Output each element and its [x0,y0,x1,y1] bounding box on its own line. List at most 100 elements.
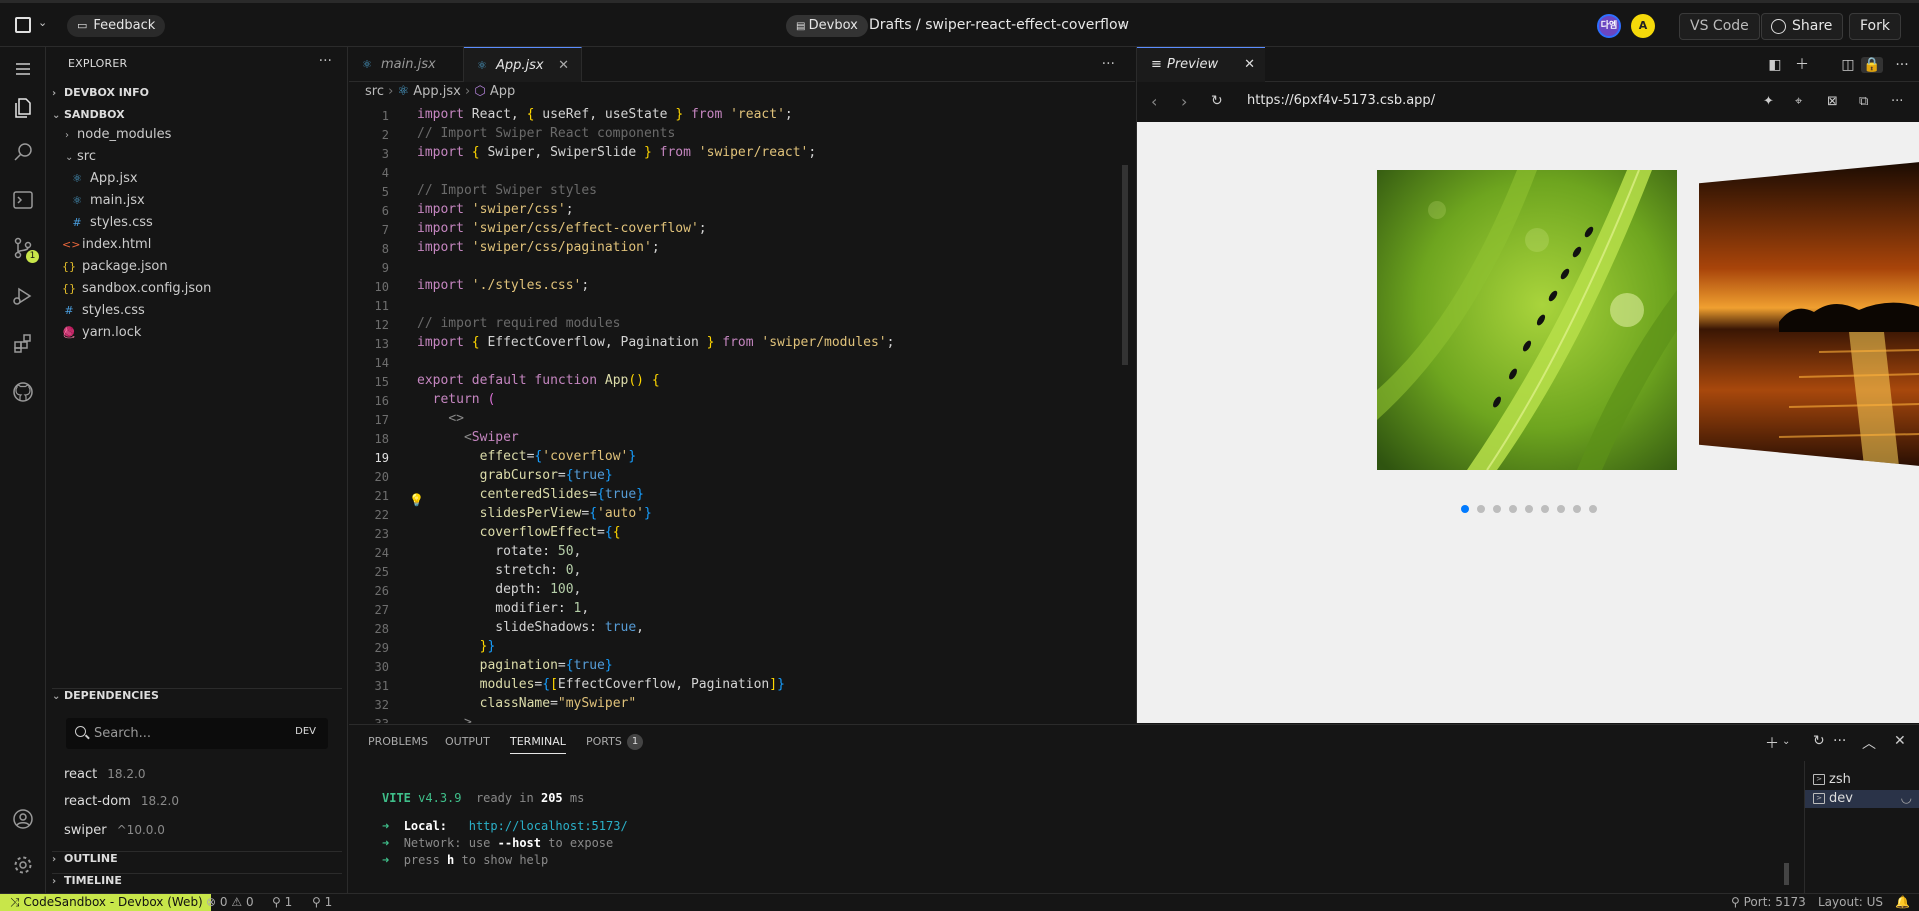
pagination-bullet[interactable] [1589,505,1597,513]
code-area[interactable]: 1 2 3 4 5 6 7 8 9 10 11 12 13 14 15 16 17 18 19 20 21 22 23 24 2… [349,105,1135,723]
tree-folder-node-modules[interactable]: › node_modules [65,127,171,142]
devtools-icon[interactable]: ⊠ [1827,94,1838,109]
ports-status[interactable]: ⚲ 1 [272,894,292,911]
pagination-bullet[interactable] [1461,505,1469,513]
vscode-button[interactable]: VS Code [1679,13,1760,40]
more-actions-icon[interactable]: ··· [1102,56,1115,72]
more-actions-icon[interactable]: ··· [1891,94,1903,109]
refresh-icon[interactable]: ↻ [1211,93,1223,109]
remote-indicator[interactable]: ⤨ CodeSandbox - Devbox (Web) [0,894,211,911]
maximize-panel-icon[interactable]: ︿ [1862,733,1876,753]
tab-terminal[interactable]: TERMINAL [510,735,566,754]
pagination-bullet[interactable] [1573,505,1581,513]
outline-section[interactable]: › OUTLINE [52,851,342,865]
close-icon[interactable]: ✕ [558,48,569,83]
terminal-item-zsh[interactable]: > zsh [1805,771,1919,789]
dependency-item[interactable]: swiper ^10.0.0 [64,823,165,838]
tab-output[interactable]: OUTPUT [445,735,490,748]
tree-file-yarn-lock[interactable]: 🧶 yarn.lock [62,325,141,340]
forward-icon[interactable]: › [1181,92,1187,111]
tree-file-package-json[interactable]: {} package.json [62,259,168,274]
breadcrumb-item[interactable]: src [365,84,384,99]
breadcrumb-item[interactable]: App.jsx [413,84,461,99]
preview-url[interactable]: https://6pxf4v-5173.csb.app/ [1247,93,1435,108]
preview-viewport[interactable] [1137,122,1919,723]
share-button[interactable]: Share [1761,13,1844,40]
github-icon[interactable] [11,380,35,404]
avatar[interactable]: A [1631,14,1655,38]
tab-main-jsx[interactable]: ⚛ main.jsx [349,47,464,82]
account-icon[interactable] [11,807,35,831]
timeline-section[interactable]: › TIMELINE [52,873,342,887]
extensions-icon[interactable] [11,332,35,356]
notifications-icon[interactable]: 🔔 [1895,894,1910,911]
tab-preview[interactable]: ≡ Preview (5173) ✕ [1137,47,1265,106]
dependency-item[interactable]: react-dom 18.2.0 [64,794,179,809]
forwarded-status[interactable]: ⚲ 1 [312,894,332,911]
pagination-bullet[interactable] [1509,505,1517,513]
tab-app-jsx[interactable]: ⚛ App.jsx ✕ [464,47,582,82]
sparkle-icon[interactable]: ✦ [1763,94,1774,109]
terminal-scrollbar[interactable] [1784,863,1789,885]
local-url[interactable]: http://localhost:5173/ [469,819,628,833]
run-debug-icon[interactable] [11,284,35,308]
editor-scrollbar[interactable] [1122,165,1128,365]
title-chevron-down-icon[interactable]: ⌄ [1118,17,1127,30]
open-external-icon[interactable]: ⧉ [1859,94,1868,109]
devbox-info-section[interactable]: › DEVBOX INFO [52,86,149,99]
crosshair-icon[interactable]: ⌖ [1795,94,1802,109]
split-layout-icon[interactable]: ◫ [1840,57,1856,73]
tree-file-sandbox-config[interactable]: {} sandbox.config.json [62,281,211,296]
back-icon[interactable]: ‹ [1151,92,1157,111]
avatar[interactable]: 다엠 [1597,14,1621,38]
devbox-badge[interactable]: ▤ Devbox [786,15,868,37]
dependency-search-input[interactable] [94,724,284,742]
pagination-bullet[interactable] [1477,505,1485,513]
tab-problems[interactable]: PROBLEMS [368,735,428,748]
terminal-item-dev[interactable]: > dev ◡ [1805,790,1919,808]
tree-file-index-html[interactable]: <> index.html [62,237,151,252]
dependency-item[interactable]: react 18.2.0 [64,767,145,782]
codesandbox-logo-icon[interactable] [15,17,31,33]
chevron-down-icon[interactable]: ⌄ [1782,736,1790,747]
lock-icon[interactable]: 🔒 [1861,57,1883,73]
tab-ports[interactable]: PORTS [586,735,622,748]
tree-file-styles-css[interactable]: # styles.css [70,215,152,230]
pagination-bullet[interactable] [1541,505,1549,513]
close-icon[interactable]: ✕ [1244,48,1255,82]
problems-status[interactable]: ⊗ 0 ⚠ 0 [206,894,254,911]
terminal-output[interactable]: VITE v4.3.9 ready in 205 ms ➜ Local: htt… [349,761,1789,894]
dependency-search[interactable]: DEV [66,718,328,749]
search-icon[interactable] [11,140,35,164]
add-icon[interactable]: ＋ [1794,57,1810,73]
close-panel-icon[interactable]: ✕ [1894,733,1906,749]
terminal-icon[interactable] [11,188,35,212]
source-control-icon[interactable] [11,236,35,260]
more-actions-icon[interactable]: ··· [1833,733,1846,749]
more-actions-icon[interactable]: ··· [319,53,332,69]
gear-icon[interactable] [11,853,35,877]
dev-toggle[interactable]: DEV [295,726,316,737]
tree-file-styles-css[interactable]: # styles.css [62,303,144,318]
sandbox-title[interactable]: Drafts / swiper-react-effect-coverflow [869,17,1129,33]
tree-file-main-jsx[interactable]: ⚛ main.jsx [70,193,145,208]
slide-sunset-lake[interactable] [1699,162,1919,466]
more-actions-icon[interactable]: ··· [1894,57,1910,73]
slide-grass-ants[interactable] [1377,170,1677,470]
chevron-down-icon[interactable]: ⌄ [38,16,47,29]
fork-button[interactable]: Fork [1849,13,1901,40]
dependencies-section[interactable]: ⌄ DEPENDENCIES [52,688,342,702]
feedback-button[interactable]: ▭ Feedback [67,15,166,37]
split-editor-icon[interactable]: ◧ [1767,57,1783,73]
tree-file-app-jsx[interactable]: ⚛ App.jsx [70,171,138,186]
menu-icon[interactable] [11,57,35,81]
pagination-bullet[interactable] [1557,505,1565,513]
pagination-bullet[interactable] [1493,505,1501,513]
explorer-icon[interactable] [11,96,35,120]
breadcrumb-item[interactable]: App [490,84,515,99]
restart-icon[interactable]: ↻ [1813,733,1825,749]
port-status[interactable]: ⚲ Port: 5173 [1731,894,1806,911]
pagination-bullet[interactable] [1525,505,1533,513]
new-terminal-icon[interactable]: ＋ [1765,733,1779,753]
sandbox-section[interactable]: ⌄ SANDBOX [52,108,125,121]
